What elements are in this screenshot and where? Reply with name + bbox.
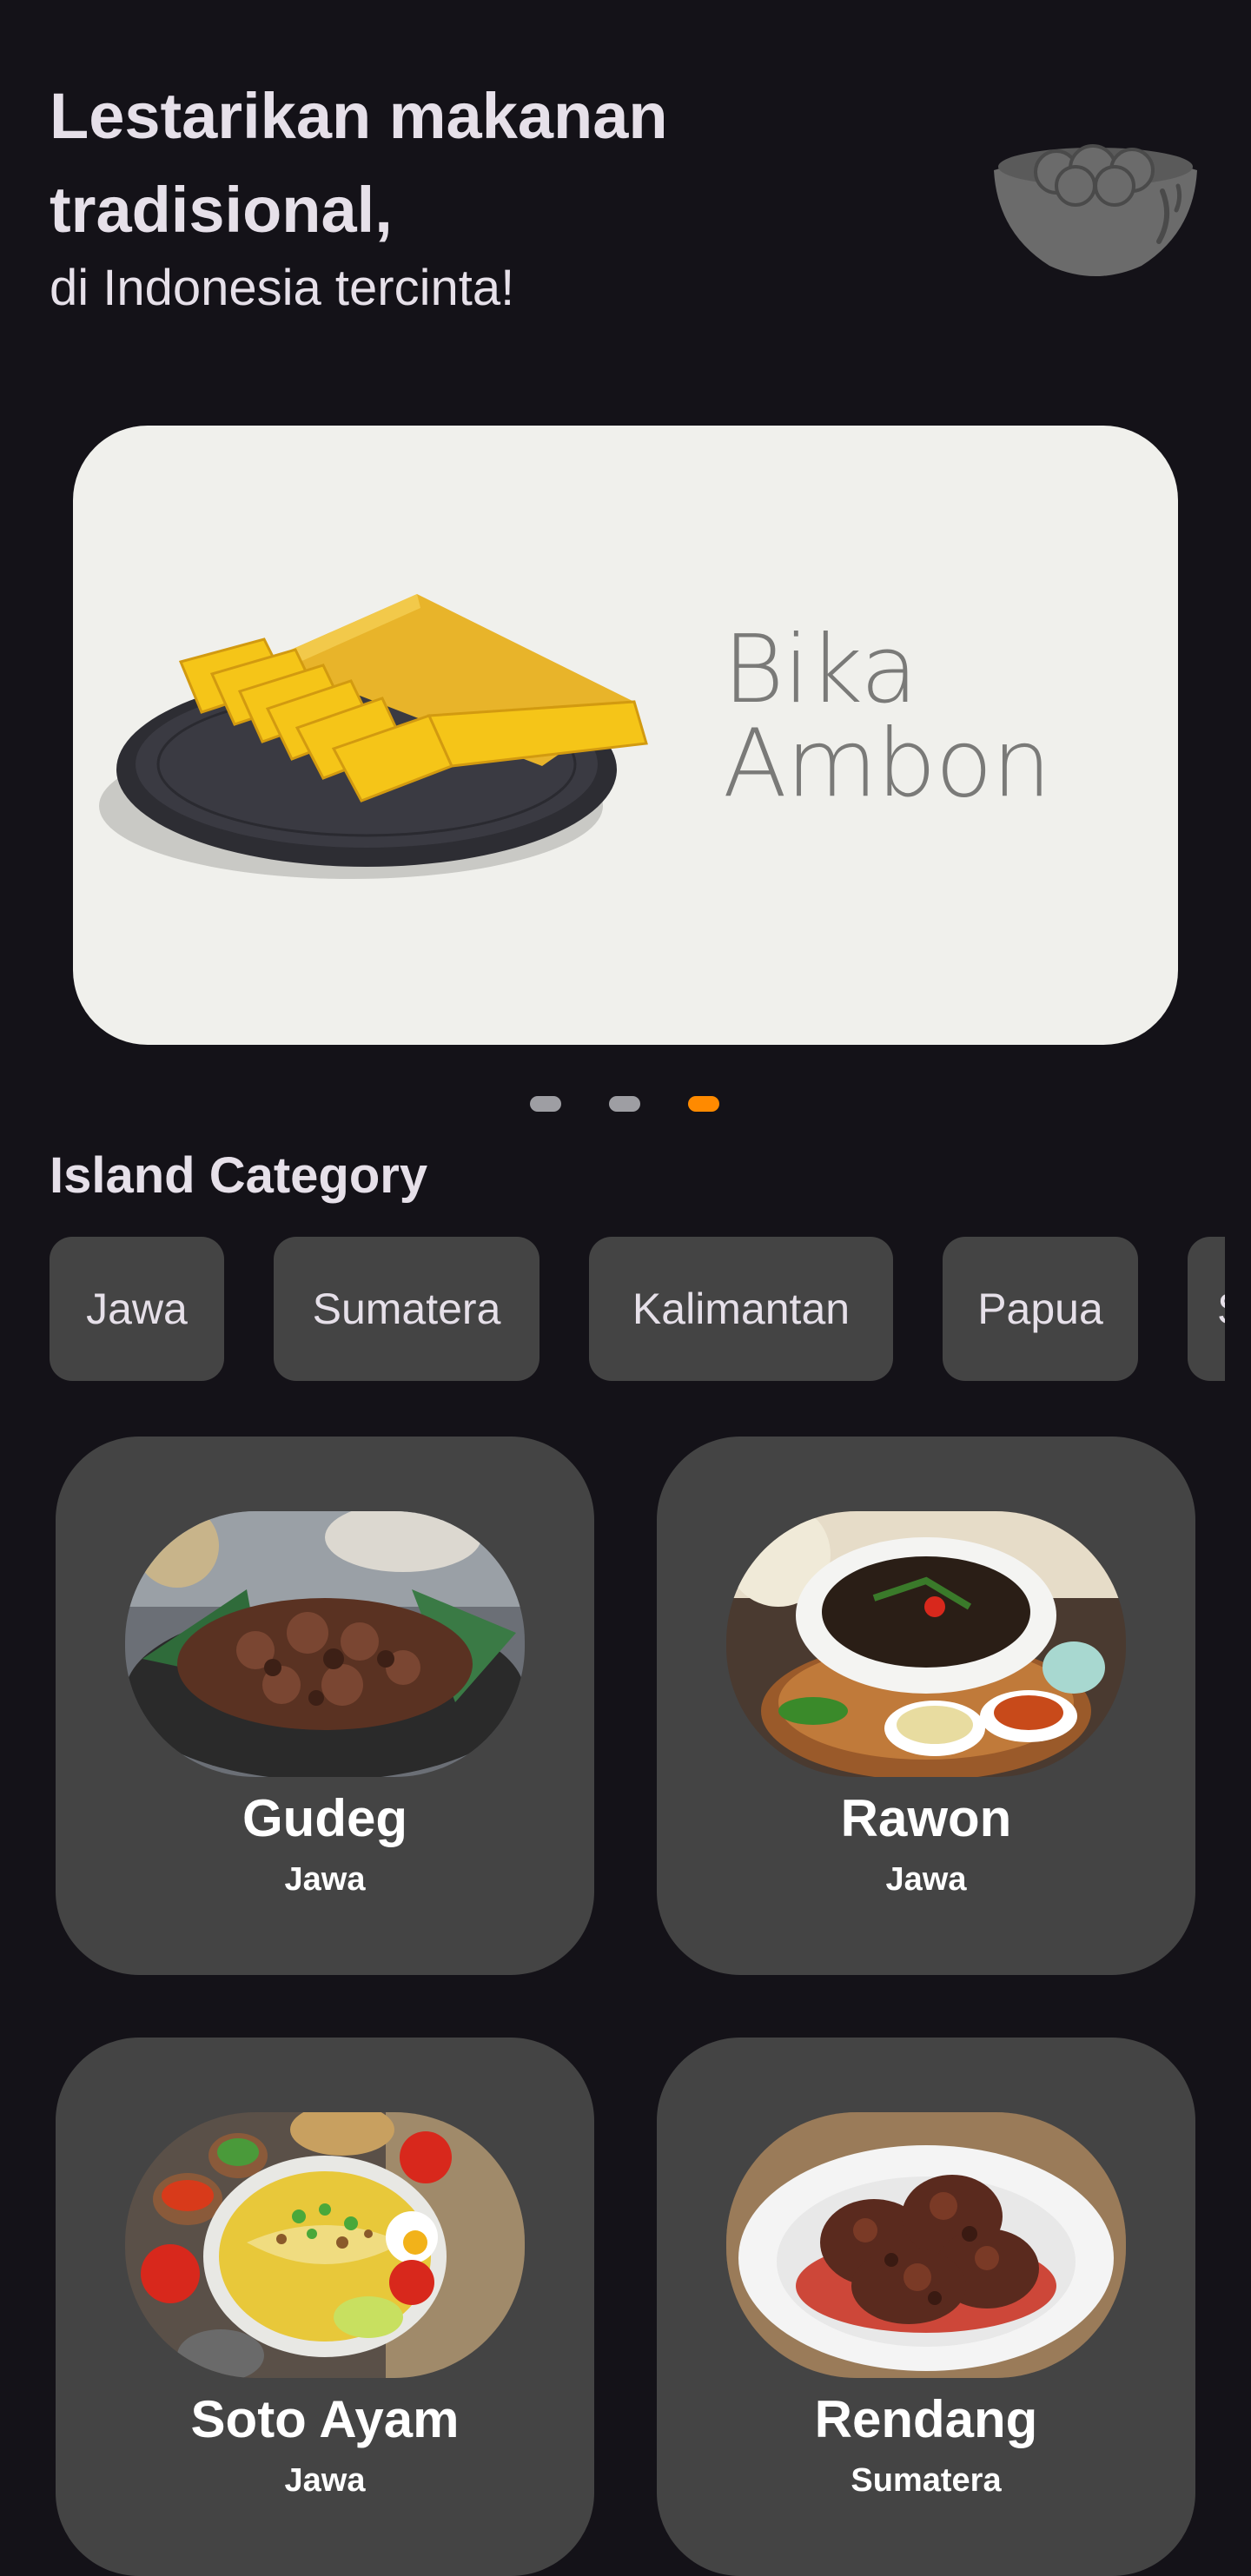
- food-name: Rendang: [814, 2390, 1038, 2448]
- promo-carousel[interactable]: Bika Ambon: [73, 426, 1178, 1045]
- food-region: Jawa: [284, 2462, 366, 2499]
- headline: Lestarikan makanan tradisional,: [50, 80, 668, 246]
- carousel-indicator: [0, 1096, 1251, 1112]
- category-chip-list[interactable]: Jawa Sumatera Kalimantan Papua S: [50, 1237, 1225, 1381]
- food-name: Rawon: [840, 1789, 1012, 1847]
- food-region: Jawa: [284, 1861, 366, 1898]
- food-region: Sumatera: [851, 2462, 1002, 2499]
- carousel-dot[interactable]: [530, 1096, 561, 1112]
- carousel-slide[interactable]: Bika Ambon: [73, 426, 1178, 1045]
- header: Lestarikan makanan tradisional, di Indon…: [50, 69, 831, 323]
- food-region: Jawa: [885, 1861, 967, 1898]
- chip-sumatera[interactable]: Sumatera: [274, 1237, 539, 1381]
- food-image: [125, 1511, 525, 1777]
- bowl-icon: [994, 144, 1197, 276]
- carousel-dot[interactable]: [609, 1096, 640, 1112]
- banner-title: Bika Ambon: [723, 616, 1051, 818]
- food-card-rendang[interactable]: Rendang Sumatera: [657, 2038, 1195, 2576]
- food-image: [726, 1511, 1126, 1777]
- food-image: [125, 2112, 525, 2378]
- food-card-gudeg[interactable]: Gudeg Jawa: [56, 1437, 594, 1975]
- banner-title-line2: Ambon: [723, 710, 1051, 818]
- food-card-rawon[interactable]: Rawon Jawa: [657, 1437, 1195, 1975]
- food-image: [726, 2112, 1126, 2378]
- subtitle: di Indonesia tercinta!: [50, 260, 515, 316]
- chip-papua[interactable]: Papua: [943, 1237, 1138, 1381]
- section-title: Island Category: [50, 1147, 428, 1204]
- food-name: Gudeg: [242, 1789, 407, 1847]
- food-name: Soto Ayam: [190, 2390, 460, 2448]
- bika-ambon-image: [99, 594, 648, 879]
- banner-title-line1: Bika: [723, 616, 918, 724]
- food-card-soto-ayam[interactable]: Soto Ayam Jawa: [56, 2038, 594, 2576]
- chip-jawa[interactable]: Jawa: [50, 1237, 224, 1381]
- chip-partial[interactable]: S: [1188, 1237, 1225, 1381]
- chip-kalimantan[interactable]: Kalimantan: [589, 1237, 893, 1381]
- carousel-dot-active[interactable]: [688, 1096, 719, 1112]
